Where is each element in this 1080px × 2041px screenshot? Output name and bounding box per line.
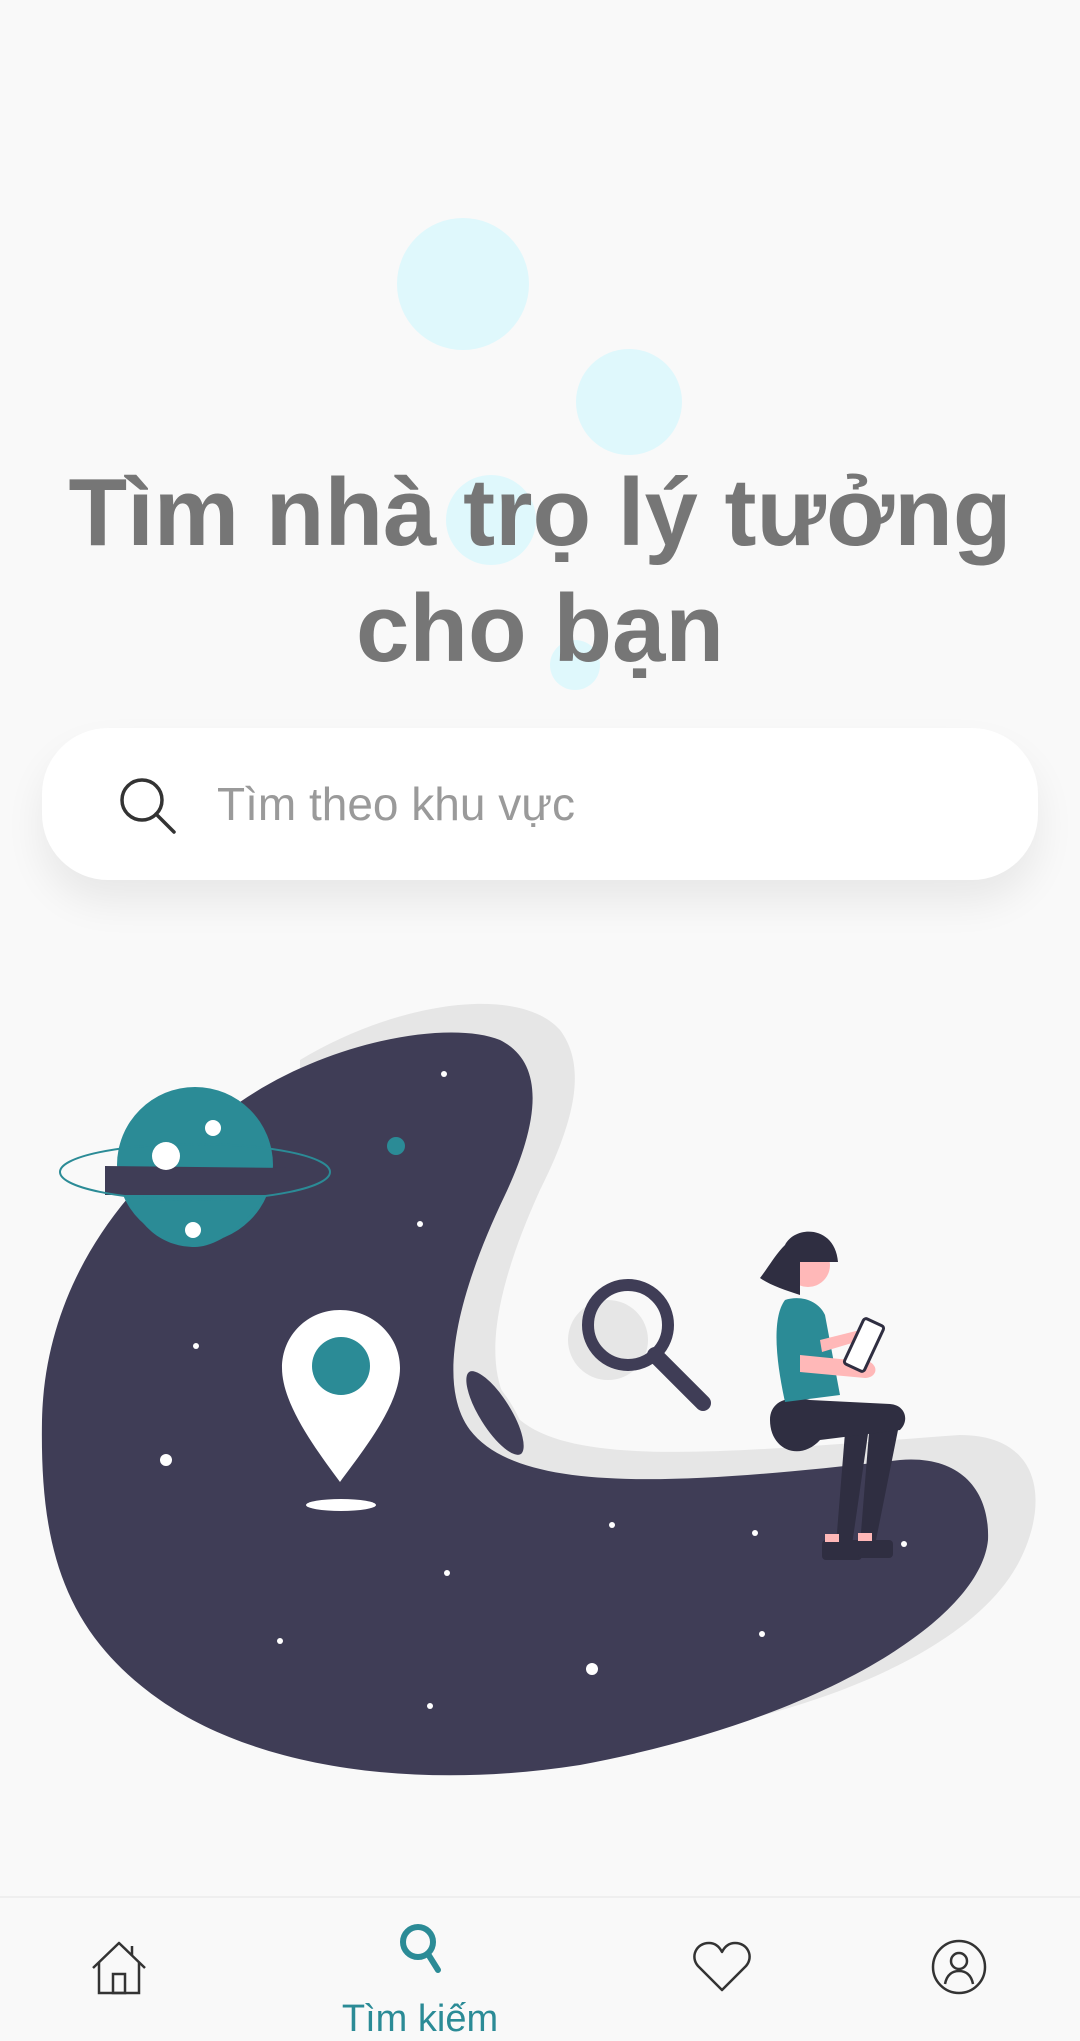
page-title-line-2: cho bạn: [355, 575, 724, 682]
nav-item-search[interactable]: Tìm kiếm: [320, 1898, 520, 2040]
nav-item-home[interactable]: [70, 1898, 170, 2034]
magnifier-decoration: [568, 1279, 711, 1411]
bubble-decoration: [397, 218, 529, 350]
search-input[interactable]: [215, 770, 979, 838]
bubble-decoration: [576, 349, 682, 455]
search-icon: [400, 1924, 441, 1973]
profile-icon: [931, 1939, 987, 1995]
page-title-line-1: Tìm nhà trọ lý tưởng: [68, 459, 1012, 566]
nav-item-favorites[interactable]: [680, 1898, 780, 2034]
bottom-nav: Tìm kiếm: [0, 1896, 1080, 2040]
page-title: Tìm nhà trọ lý tưởng cho bạn: [0, 455, 1080, 687]
search-icon[interactable]: [118, 776, 178, 836]
woman-searching-map-illustration: [41, 1003, 1036, 1776]
heart-icon: [693, 1941, 751, 1992]
nav-item-search-label: Tìm kiếm: [341, 1998, 499, 2040]
nav-item-profile[interactable]: [910, 1898, 1010, 2034]
home-icon: [92, 1941, 146, 1995]
